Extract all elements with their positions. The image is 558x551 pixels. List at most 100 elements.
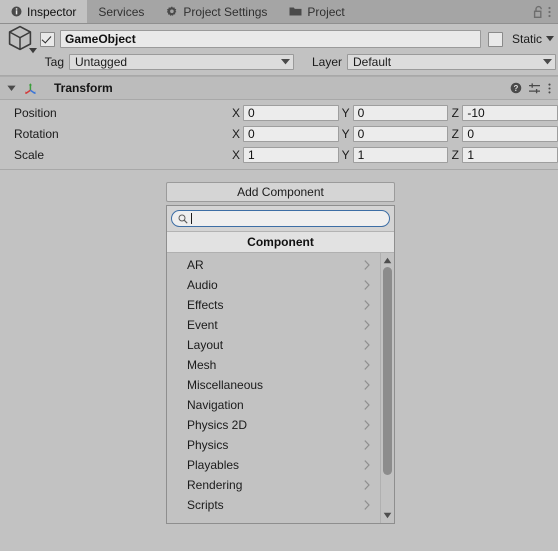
transform-foldout-arrow-icon[interactable] [5, 82, 18, 95]
scrollbar-thumb[interactable] [383, 267, 392, 476]
search-text-caret [191, 213, 192, 224]
axis-label-x: X [231, 127, 240, 141]
tag-dropdown[interactable]: Untagged [69, 54, 294, 70]
component-item-label: Mesh [187, 358, 217, 372]
list-item[interactable]: Mesh [167, 355, 380, 375]
tab-project-label: Project [307, 4, 345, 19]
rotation-z-input[interactable]: 0 [462, 126, 558, 142]
help-icon[interactable]: ? [510, 82, 522, 94]
folder-icon [289, 6, 302, 17]
add-component-button[interactable]: Add Component [166, 182, 395, 202]
list-item[interactable]: Layout [167, 335, 380, 355]
list-item[interactable]: Event [167, 315, 380, 335]
component-item-label: Event [187, 318, 218, 332]
chevron-right-icon [364, 500, 374, 510]
list-item[interactable]: Playables [167, 455, 380, 475]
component-list-scrollbar[interactable] [380, 253, 394, 523]
layer-value: Default [353, 55, 392, 69]
axis-label-z: Z [451, 127, 460, 141]
transform-position-row: Position X 0 Y 0 Z -10 [0, 104, 558, 122]
scale-x: X 1 [229, 147, 339, 163]
component-popup-title: Component [167, 232, 394, 253]
more-vertical-icon[interactable] [547, 82, 552, 95]
axis-label-y: Y [341, 106, 350, 120]
transform-component-header[interactable]: Transform ? [0, 76, 558, 100]
lock-open-icon[interactable] [532, 5, 545, 19]
list-item[interactable]: Rendering [167, 475, 380, 495]
list-item[interactable]: Navigation [167, 395, 380, 415]
transform-scale-row: Scale X 1 Y 1 Z 1 [0, 146, 558, 164]
scrollbar-track[interactable] [381, 266, 394, 510]
svg-text:?: ? [514, 84, 519, 93]
scroll-up-arrow-icon[interactable] [381, 255, 394, 266]
cube-dropdown-caret-icon[interactable] [29, 48, 37, 54]
chevron-right-icon [364, 340, 374, 350]
component-item-label: Audio [187, 278, 218, 292]
tab-bar-actions [532, 0, 558, 23]
rotation-x: X 0 [229, 126, 339, 142]
more-vertical-icon[interactable] [547, 5, 552, 19]
component-item-label: Scripts [187, 498, 224, 512]
chevron-right-icon [364, 380, 374, 390]
gameobject-name-row: GameObject Static [0, 25, 558, 54]
list-item[interactable]: Physics [167, 435, 380, 455]
chevron-right-icon [364, 440, 374, 450]
chevron-right-icon [364, 460, 374, 470]
static-control: Static [487, 31, 554, 47]
chevron-right-icon [364, 400, 374, 410]
gameobject-name-input[interactable]: GameObject [60, 30, 481, 48]
tab-project[interactable]: Project [278, 0, 355, 23]
position-label: Position [14, 106, 57, 120]
list-item[interactable]: AR [167, 255, 380, 275]
cube-icon[interactable] [6, 24, 38, 54]
static-label: Static [511, 32, 542, 46]
position-y-input[interactable]: 0 [352, 105, 449, 121]
add-component-popup: Component AR Audio Effects Event Layout … [166, 205, 395, 524]
list-item[interactable]: Effects [167, 295, 380, 315]
scale-z: Z 1 [448, 147, 558, 163]
list-item[interactable]: Audio [167, 275, 380, 295]
static-dropdown-caret-icon[interactable] [546, 36, 554, 42]
position-x-input[interactable]: 0 [243, 105, 339, 121]
list-item[interactable]: Scripts [167, 495, 380, 515]
tab-bar-spacer [356, 0, 532, 23]
gameobject-enabled-checkbox[interactable] [40, 31, 55, 47]
component-item-label: Effects [187, 298, 224, 312]
rotation-x-input[interactable]: 0 [243, 126, 339, 142]
axis-label-y: Y [341, 127, 350, 141]
chevron-right-icon [364, 360, 374, 370]
component-list-wrapper: AR Audio Effects Event Layout Mesh Misce… [167, 253, 394, 523]
tab-project-settings[interactable]: Project Settings [155, 0, 278, 23]
static-checkbox[interactable] [487, 31, 503, 47]
transform-fields: Position X 0 Y 0 Z -10 Rotation X 0 Y 0 … [0, 100, 558, 170]
component-search-box[interactable] [171, 210, 390, 227]
chevron-down-icon [543, 59, 552, 65]
position-z: Z -10 [448, 105, 558, 121]
tab-inspector[interactable]: Inspector [0, 0, 88, 23]
layer-dropdown[interactable]: Default [347, 54, 556, 70]
tab-services-label: Services [98, 4, 145, 19]
position-z-input[interactable]: -10 [462, 105, 558, 121]
scale-z-input[interactable]: 1 [462, 147, 558, 163]
tag-value: Untagged [75, 55, 128, 69]
axis-label-x: X [231, 106, 240, 120]
chevron-right-icon [364, 420, 374, 430]
scale-y-input[interactable]: 1 [352, 147, 449, 163]
rotation-y-input[interactable]: 0 [352, 126, 449, 142]
info-circle-icon [11, 6, 22, 17]
preset-icon[interactable] [528, 82, 541, 95]
chevron-down-icon [281, 59, 290, 65]
component-item-label: Layout [187, 338, 224, 352]
scroll-down-arrow-icon[interactable] [381, 510, 394, 521]
tab-services[interactable]: Services [87, 0, 155, 23]
scale-x-input[interactable]: 1 [243, 147, 339, 163]
chevron-right-icon [364, 320, 374, 330]
list-item[interactable]: Miscellaneous [167, 375, 380, 395]
scale-label: Scale [14, 148, 45, 162]
chevron-right-icon [364, 480, 374, 490]
chevron-right-icon [364, 260, 374, 270]
list-item[interactable]: Physics 2D [167, 415, 380, 435]
add-component-area: Add Component Component AR Audio Effects… [166, 182, 395, 524]
axis-label-x: X [231, 148, 240, 162]
component-item-label: AR [187, 258, 204, 272]
